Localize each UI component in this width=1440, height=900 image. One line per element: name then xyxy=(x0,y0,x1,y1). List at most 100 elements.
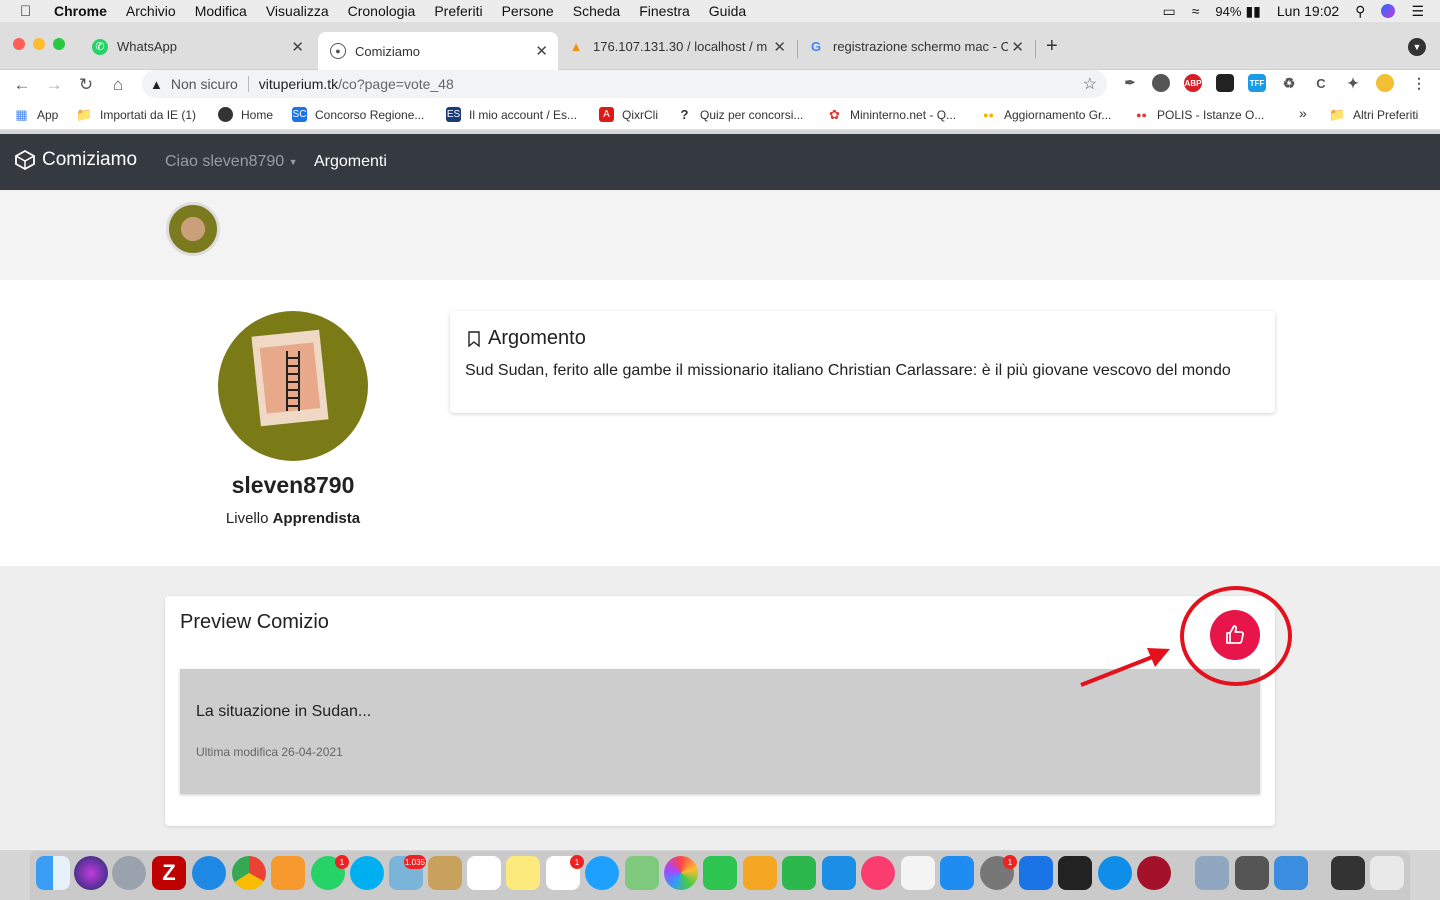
extension-icon-c[interactable]: C xyxy=(1312,74,1330,92)
siri-icon[interactable] xyxy=(1381,4,1396,18)
spotlight-search-icon[interactable]: ⚲ xyxy=(1355,3,1365,20)
bookmark-quiz[interactable]: ? Quiz per concorsi... xyxy=(677,107,804,122)
eyedropper-extension-icon[interactable]: ✒ xyxy=(1121,74,1139,92)
back-icon[interactable]: ← xyxy=(10,73,34,97)
close-tab-icon[interactable]: ✕ xyxy=(773,38,786,56)
maps-icon[interactable] xyxy=(625,856,659,890)
menu-app-name[interactable]: Chrome xyxy=(54,3,107,19)
trash-icon[interactable] xyxy=(1370,856,1404,890)
user-dropdown[interactable]: Ciao sleven8790 ▼ xyxy=(165,153,298,171)
notes-icon[interactable] xyxy=(506,856,540,890)
menu-preferiti[interactable]: Preferiti xyxy=(434,3,482,19)
close-tab-icon[interactable]: ✕ xyxy=(535,42,548,60)
filezilla-icon[interactable]: Z xyxy=(152,856,186,890)
music-icon[interactable] xyxy=(861,856,895,890)
bookmark-account[interactable]: ES Il mio account / Es... xyxy=(446,107,577,122)
terminal-icon[interactable] xyxy=(1058,856,1092,890)
contacts-icon[interactable] xyxy=(428,856,462,890)
bookmark-concorso[interactable]: SC Concorso Regione... xyxy=(292,107,424,122)
bookmark-home[interactable]: Home xyxy=(218,107,273,122)
url-host[interactable]: vituperium.tk xyxy=(259,76,338,92)
url-path[interactable]: /co?page=vote_48 xyxy=(338,76,454,92)
app-store-icon[interactable] xyxy=(940,856,974,890)
nav-argomenti[interactable]: Argomenti xyxy=(314,153,387,171)
chrome-icon[interactable] xyxy=(232,856,266,890)
facetime-icon[interactable] xyxy=(703,856,737,890)
messages-icon[interactable] xyxy=(585,856,619,890)
argomento-title: Argomento xyxy=(488,327,586,349)
app-red-icon[interactable] xyxy=(1137,856,1171,890)
bookmark-mininterno[interactable]: ✿ Mininterno.net - Q... xyxy=(827,107,956,122)
keynote-icon[interactable] xyxy=(743,856,777,890)
bookmark-importati[interactable]: 📁 Importati da IE (1) xyxy=(76,107,196,122)
menu-finestra[interactable]: Finestra xyxy=(639,3,690,19)
security-status[interactable]: Non sicuro xyxy=(171,76,238,92)
bookmark-qixrcli[interactable]: A QixrCli xyxy=(599,107,658,122)
calendar-icon[interactable] xyxy=(467,856,501,890)
tab-phpmyadmin[interactable]: ▲ 176.107.131.30 / localhost / mi ✕ xyxy=(560,32,796,61)
reload-icon[interactable]: ↻ xyxy=(74,73,98,97)
menu-modifica[interactable]: Modifica xyxy=(195,3,247,19)
menu-cronologia[interactable]: Cronologia xyxy=(348,3,416,19)
bookmark-star-icon[interactable]: ☆ xyxy=(1083,74,1097,94)
site-brand[interactable]: Comiziamo xyxy=(14,149,137,171)
recycle-extension-icon[interactable]: ♻ xyxy=(1280,74,1298,92)
calculator-icon[interactable] xyxy=(1235,856,1269,890)
adblock-icon[interactable]: ABP xyxy=(1184,74,1202,92)
apple-icon[interactable]:  xyxy=(20,3,40,20)
tab-search-icon[interactable]: ▼ xyxy=(1408,38,1426,56)
window-minimize-button[interactable] xyxy=(33,38,45,50)
siri-dock-icon[interactable] xyxy=(74,856,108,890)
bookmarks-overflow-button[interactable]: » xyxy=(1299,105,1307,121)
close-tab-icon[interactable]: ✕ xyxy=(1011,38,1024,56)
airplay-icon[interactable]: ▭ xyxy=(1163,3,1176,20)
forward-icon[interactable]: → xyxy=(42,73,66,97)
numbers-icon[interactable] xyxy=(782,856,816,890)
angular-icon: A xyxy=(599,107,614,122)
textedit-icon[interactable] xyxy=(901,856,935,890)
profile-avatar xyxy=(218,311,368,461)
small-avatar[interactable] xyxy=(166,202,220,256)
other-bookmarks[interactable]: 📁 Altri Preferiti xyxy=(1329,107,1418,122)
window-close-button[interactable] xyxy=(13,38,25,50)
teamviewer-icon[interactable] xyxy=(1098,856,1132,890)
xcode-icon[interactable] xyxy=(1019,856,1053,890)
bookmark-polis[interactable]: ●● POLIS - Istanze O... xyxy=(1134,107,1264,122)
finder-icon[interactable] xyxy=(36,856,70,890)
safari-icon[interactable] xyxy=(192,856,226,890)
battery-percent[interactable]: 94% xyxy=(1215,4,1241,19)
clock[interactable]: Lun 19:02 xyxy=(1277,3,1339,19)
tab-google-search[interactable]: G registrazione schermo mac - C ✕ xyxy=(798,32,1034,61)
bookmark-app[interactable]: ▦ App xyxy=(14,107,58,122)
photos-icon[interactable] xyxy=(664,856,698,890)
address-bar[interactable]: ▲ Non sicuro vituperium.tk /co?page=vote… xyxy=(142,70,1107,98)
menu-visualizza[interactable]: Visualizza xyxy=(266,3,329,19)
screen-icon[interactable] xyxy=(1331,856,1365,890)
home-icon[interactable]: ⌂ xyxy=(106,73,130,97)
tab-whatsapp[interactable]: ✆ WhatsApp ✕ xyxy=(82,32,314,61)
chrome-menu-icon[interactable]: ⋮ xyxy=(1410,74,1428,92)
profile-avatar-icon[interactable] xyxy=(1376,74,1394,92)
warning-icon[interactable]: ▲ xyxy=(150,77,163,92)
close-tab-icon[interactable]: ✕ xyxy=(291,38,304,56)
bookmark-aggiornamento[interactable]: ●● Aggiornamento Gr... xyxy=(981,107,1111,122)
window-zoom-button[interactable] xyxy=(53,38,65,50)
keynote-podium-icon[interactable] xyxy=(822,856,856,890)
extension-icon-dark[interactable] xyxy=(1216,74,1234,92)
xcode-tools-icon[interactable] xyxy=(1274,856,1308,890)
preview-icon[interactable] xyxy=(1195,856,1229,890)
menu-guida[interactable]: Guida xyxy=(709,3,746,19)
new-tab-button[interactable]: + xyxy=(1046,32,1058,61)
launchpad-icon[interactable] xyxy=(112,856,146,890)
control-center-icon[interactable]: ☰ xyxy=(1411,3,1424,20)
wifi-icon[interactable]: ≈ xyxy=(1192,3,1200,19)
puzzle-extensions-icon[interactable]: ✦ xyxy=(1344,74,1362,92)
menu-persone[interactable]: Persone xyxy=(502,3,554,19)
tab-comiziamo[interactable]: ● Comiziamo ✕ xyxy=(318,32,558,70)
tff-extension-icon[interactable]: TFF xyxy=(1248,74,1266,92)
sublime-icon[interactable] xyxy=(271,856,305,890)
skype-icon[interactable] xyxy=(350,856,384,890)
menu-archivio[interactable]: Archivio xyxy=(126,3,176,19)
extension-icon-balls[interactable] xyxy=(1152,74,1170,92)
menu-scheda[interactable]: Scheda xyxy=(573,3,620,19)
